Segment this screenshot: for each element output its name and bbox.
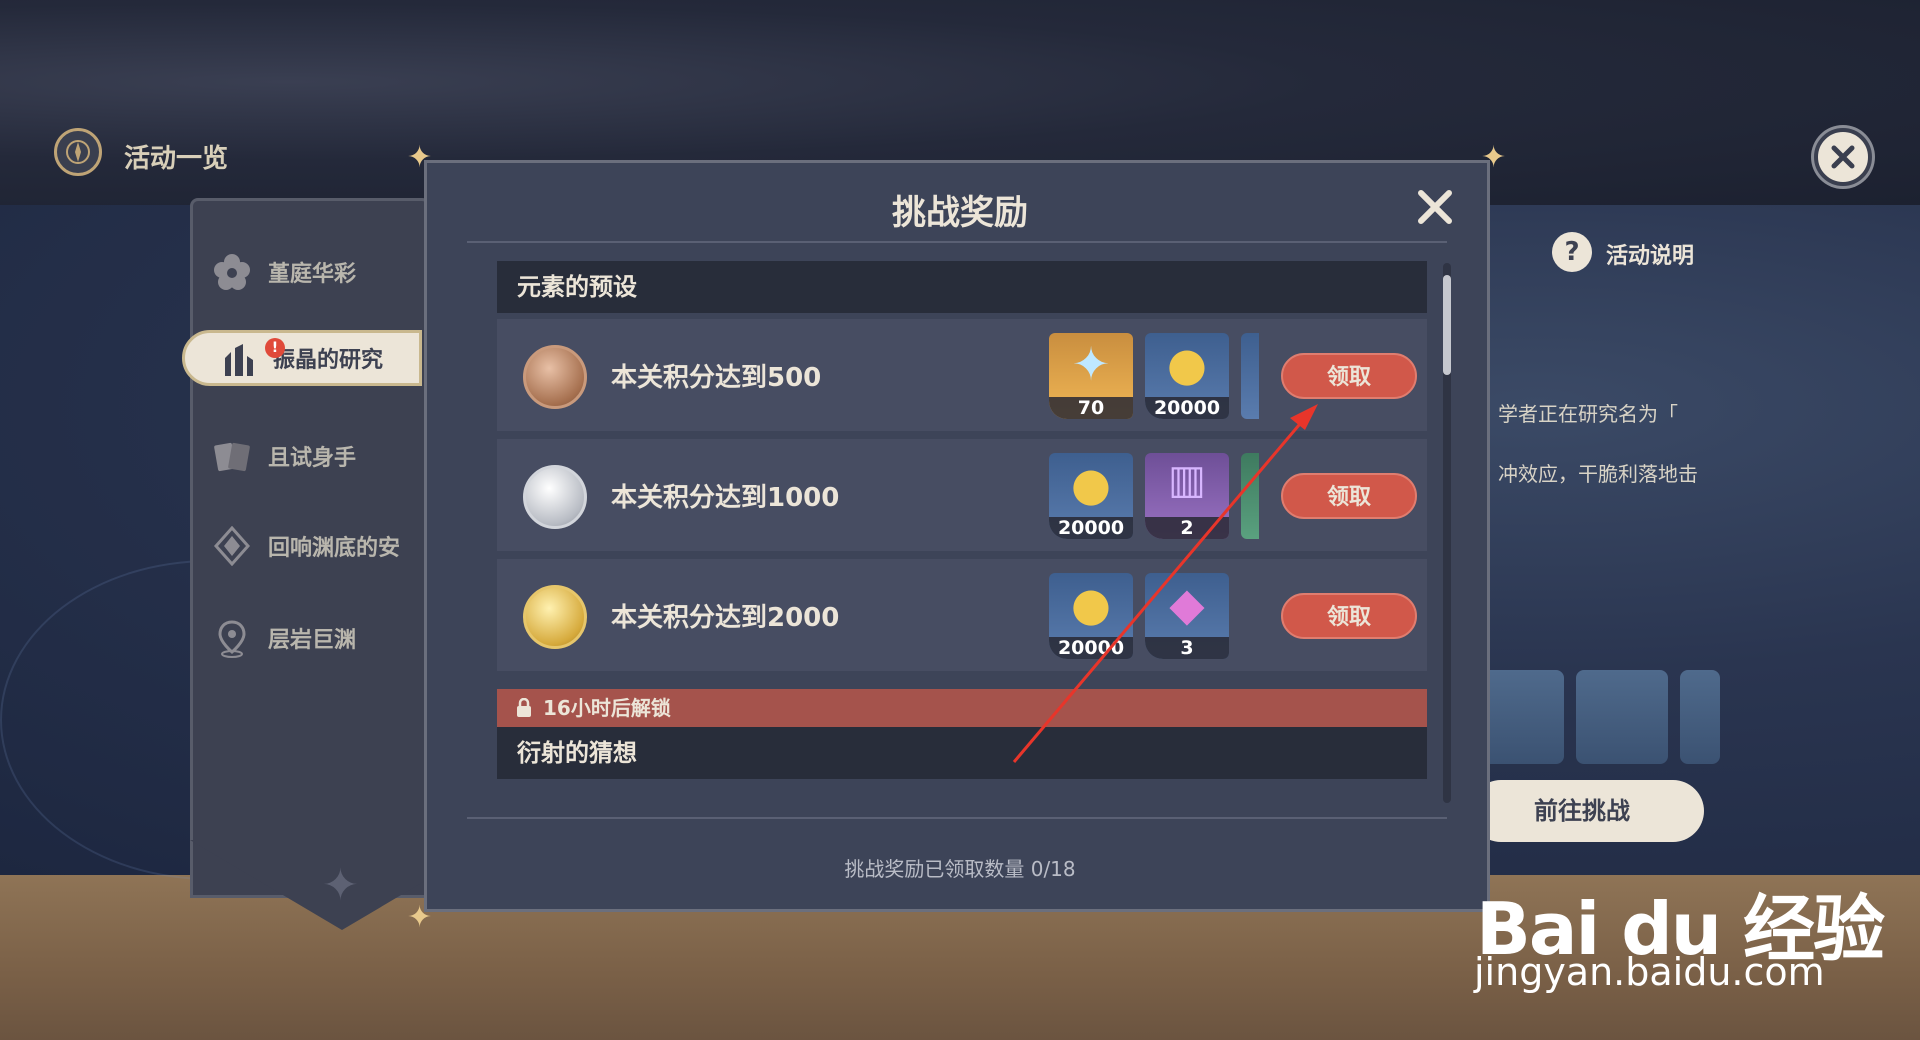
help-icon[interactable]: ?	[1552, 232, 1592, 272]
divider	[467, 817, 1447, 819]
reward-item-partial[interactable]	[1241, 333, 1259, 419]
corner-ornament-icon: ✦	[407, 140, 433, 175]
claimed-count-text: 挑战奖励已领取数量 0/18	[844, 857, 1076, 881]
bronze-medal-icon	[523, 345, 587, 409]
flower-icon	[210, 250, 254, 294]
preview-item-thumb	[1576, 670, 1668, 764]
claim-button[interactable]: 领取	[1281, 473, 1417, 519]
mora-coin-icon: ●	[1070, 457, 1112, 511]
reward-item[interactable]: ● 20000	[1049, 453, 1133, 539]
reward-item[interactable]: ● 20000	[1049, 573, 1133, 659]
mora-coin-icon: ●	[1070, 577, 1112, 631]
challenge-rewards-modal: ✦ ✦ ✦ 挑战奖励 元素的预设 本关积分达到500 ✦ 70 ● 20000 …	[407, 143, 1506, 933]
close-icon	[1831, 145, 1855, 169]
modal-title: 挑战奖励	[892, 193, 1028, 233]
claim-button[interactable]: 领取	[1281, 593, 1417, 639]
scrollbar-thumb[interactable]	[1443, 275, 1451, 375]
reward-condition: 本关积分达到2000	[611, 603, 840, 633]
sidebar-item-label: 层岩巨渊	[268, 628, 357, 653]
reward-count: 20000	[1049, 637, 1133, 659]
help-label[interactable]: 活动说明	[1606, 238, 1694, 270]
divider	[467, 241, 1447, 243]
map-pin-icon	[210, 616, 254, 660]
crystal-icon: ◆	[1169, 577, 1205, 631]
rewards-list[interactable]: 元素的预设 本关积分达到500 ✦ 70 ● 20000 领取 本关积分达到10…	[497, 261, 1427, 809]
reward-item-partial[interactable]	[1241, 453, 1259, 539]
lock-notice: 16小时后解锁	[497, 689, 1427, 727]
reward-count: 2	[1145, 517, 1229, 539]
reward-row: 本关积分达到1000 ● 20000 ▥ 2 领取	[497, 439, 1427, 551]
section-header: 元素的预设	[497, 261, 1427, 313]
primogem-icon: ✦	[1071, 337, 1111, 391]
close-events-button[interactable]	[1814, 128, 1872, 186]
sidebar-item-label: 回响渊底的安	[268, 536, 401, 561]
compass-icon	[54, 128, 102, 176]
page-title: 活动一览	[124, 144, 229, 174]
lock-icon	[517, 698, 531, 717]
mora-coin-icon: ●	[1166, 337, 1208, 391]
research-figure-icon: !	[215, 336, 285, 380]
preview-item-thumb	[1680, 670, 1720, 764]
sidebar-star-icon: ✦	[322, 860, 359, 911]
reward-row: 本关积分达到2000 ● 20000 ◆ 3 领取	[497, 559, 1427, 671]
book-icon: ▥	[1168, 457, 1206, 503]
event-description-line: 学者正在研究名为「	[1498, 402, 1678, 426]
sidebar-item-trial[interactable]: 且试身手	[210, 428, 450, 484]
reward-condition: 本关积分达到1000	[611, 483, 840, 513]
reward-item[interactable]: ✦ 70	[1049, 333, 1133, 419]
baidu-watermark-url: jingyan.baidu.com	[1474, 950, 1825, 994]
sidebar-item-label: 振晶的研究	[273, 348, 384, 373]
event-description-line: 冲效应，干脆利落地击	[1498, 462, 1698, 486]
corner-ornament-icon: ✦	[1481, 140, 1507, 175]
reward-item[interactable]: ▥ 2	[1145, 453, 1229, 539]
sidebar-item-label: 堇庭华彩	[268, 262, 357, 287]
alert-badge: !	[265, 338, 285, 358]
reward-item[interactable]: ● 20000	[1145, 333, 1229, 419]
reward-row: 本关积分达到500 ✦ 70 ● 20000 领取	[497, 319, 1427, 431]
reward-count: 20000	[1049, 517, 1133, 539]
reward-item[interactable]: ◆ 3	[1145, 573, 1229, 659]
sidebar-item-research[interactable]: ! 振晶的研究	[182, 330, 422, 386]
reward-count: 3	[1145, 637, 1229, 659]
reward-count: 70	[1049, 397, 1133, 419]
lock-text: 16小时后解锁	[543, 696, 671, 720]
sidebar-item-chasm[interactable]: 层岩巨渊	[210, 610, 450, 666]
gold-medal-icon	[523, 585, 587, 649]
cards-icon	[210, 434, 254, 478]
go-challenge-button[interactable]: 前往挑战	[1470, 780, 1704, 842]
close-icon	[1418, 190, 1452, 224]
modal-close-button[interactable]	[1413, 185, 1457, 229]
reward-count: 20000	[1145, 397, 1229, 419]
corner-ornament-icon: ✦	[407, 900, 433, 935]
reward-condition: 本关积分达到500	[611, 363, 822, 393]
section-header: 衍射的猜想	[497, 727, 1427, 779]
silver-medal-icon	[523, 465, 587, 529]
sidebar-item-label: 且试身手	[268, 446, 357, 471]
sidebar-item-garden[interactable]: 堇庭华彩	[210, 244, 450, 300]
sidebar-item-echo[interactable]: 回响渊底的安	[210, 518, 450, 574]
diamond-icon	[210, 524, 254, 568]
claim-button[interactable]: 领取	[1281, 353, 1417, 399]
